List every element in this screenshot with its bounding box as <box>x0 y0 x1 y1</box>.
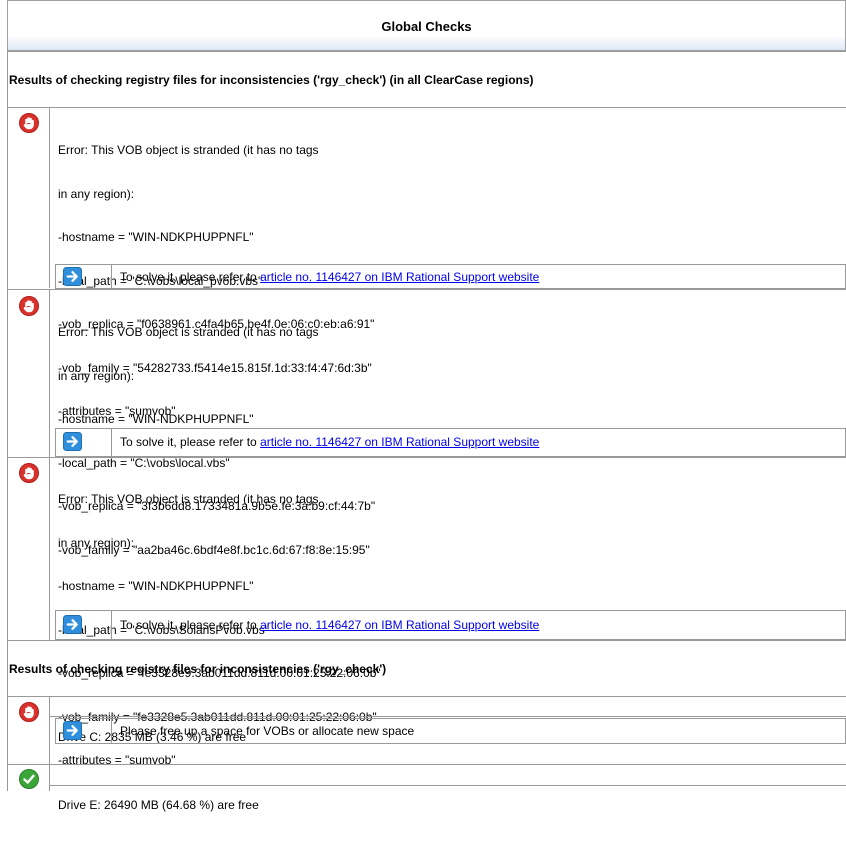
divider <box>7 640 846 641</box>
stop-hand-icon <box>19 296 39 316</box>
divider <box>111 611 112 639</box>
solution-prefix: To solve it, please refer to <box>120 435 261 449</box>
ok-message: Drive E: 26490 MB (64.68 %) are free <box>58 769 259 842</box>
divider <box>49 290 50 457</box>
stop-hand-icon <box>19 463 39 483</box>
message-line: -hostname = "WIN-NDKPHUPPNFL" <box>58 230 254 244</box>
section-title: Results of checking registry files for i… <box>9 73 534 87</box>
message-line: -hostname = "WIN-NDKPHUPPNFL" <box>58 412 254 426</box>
arrow-right-icon <box>63 267 82 286</box>
message-line: in any region): <box>58 186 135 201</box>
message-line: Error: This VOB object is stranded (it h… <box>58 143 319 157</box>
solution-prefix: To solve it, please refer to <box>120 270 261 284</box>
page-title: Global Checks <box>381 19 472 34</box>
support-article-link[interactable]: article no. 1146427 on IBM Rational Supp… <box>260 270 539 284</box>
divider <box>111 429 112 456</box>
divider <box>7 764 846 765</box>
message-line: Error: This VOB object is stranded (it h… <box>58 325 319 339</box>
solution-text: To solve it, please refer to article no.… <box>120 270 539 284</box>
divider <box>49 108 50 288</box>
divider <box>7 457 846 458</box>
arrow-right-icon <box>63 432 82 451</box>
arrow-right-icon <box>63 615 82 634</box>
message-line: Error: This VOB object is stranded (it h… <box>58 492 319 506</box>
message-line: in any region): <box>58 535 135 550</box>
divider <box>49 697 50 791</box>
divider <box>49 458 50 640</box>
divider <box>7 696 846 697</box>
section-title: Results of checking registry files for i… <box>9 662 387 676</box>
divider <box>7 107 846 108</box>
solution-prefix: To solve it, please refer to <box>120 618 261 632</box>
divider <box>111 265 112 288</box>
divider <box>50 785 846 786</box>
check-icon <box>19 769 39 789</box>
solution-text: Please free up a space for VOBs or alloc… <box>120 724 415 738</box>
divider <box>111 719 112 743</box>
message-line: in any region): <box>58 368 135 383</box>
divider <box>7 289 846 290</box>
arrow-right-icon <box>63 721 82 740</box>
stop-hand-icon <box>19 702 39 722</box>
divider <box>7 51 846 52</box>
divider <box>50 716 846 717</box>
support-article-link[interactable]: article no. 1146427 on IBM Rational Supp… <box>260 435 539 449</box>
solution-text: To solve it, please refer to article no.… <box>120 435 539 449</box>
stop-hand-icon <box>19 113 39 133</box>
support-article-link[interactable]: article no. 1146427 on IBM Rational Supp… <box>260 618 539 632</box>
solution-text: To solve it, please refer to article no.… <box>120 618 539 632</box>
page-header: Global Checks <box>7 0 846 51</box>
frame-left-border <box>7 51 8 791</box>
message-line: -hostname = "WIN-NDKPHUPPNFL" <box>58 579 254 593</box>
message-line: Drive E: 26490 MB (64.68 %) are free <box>58 798 259 812</box>
